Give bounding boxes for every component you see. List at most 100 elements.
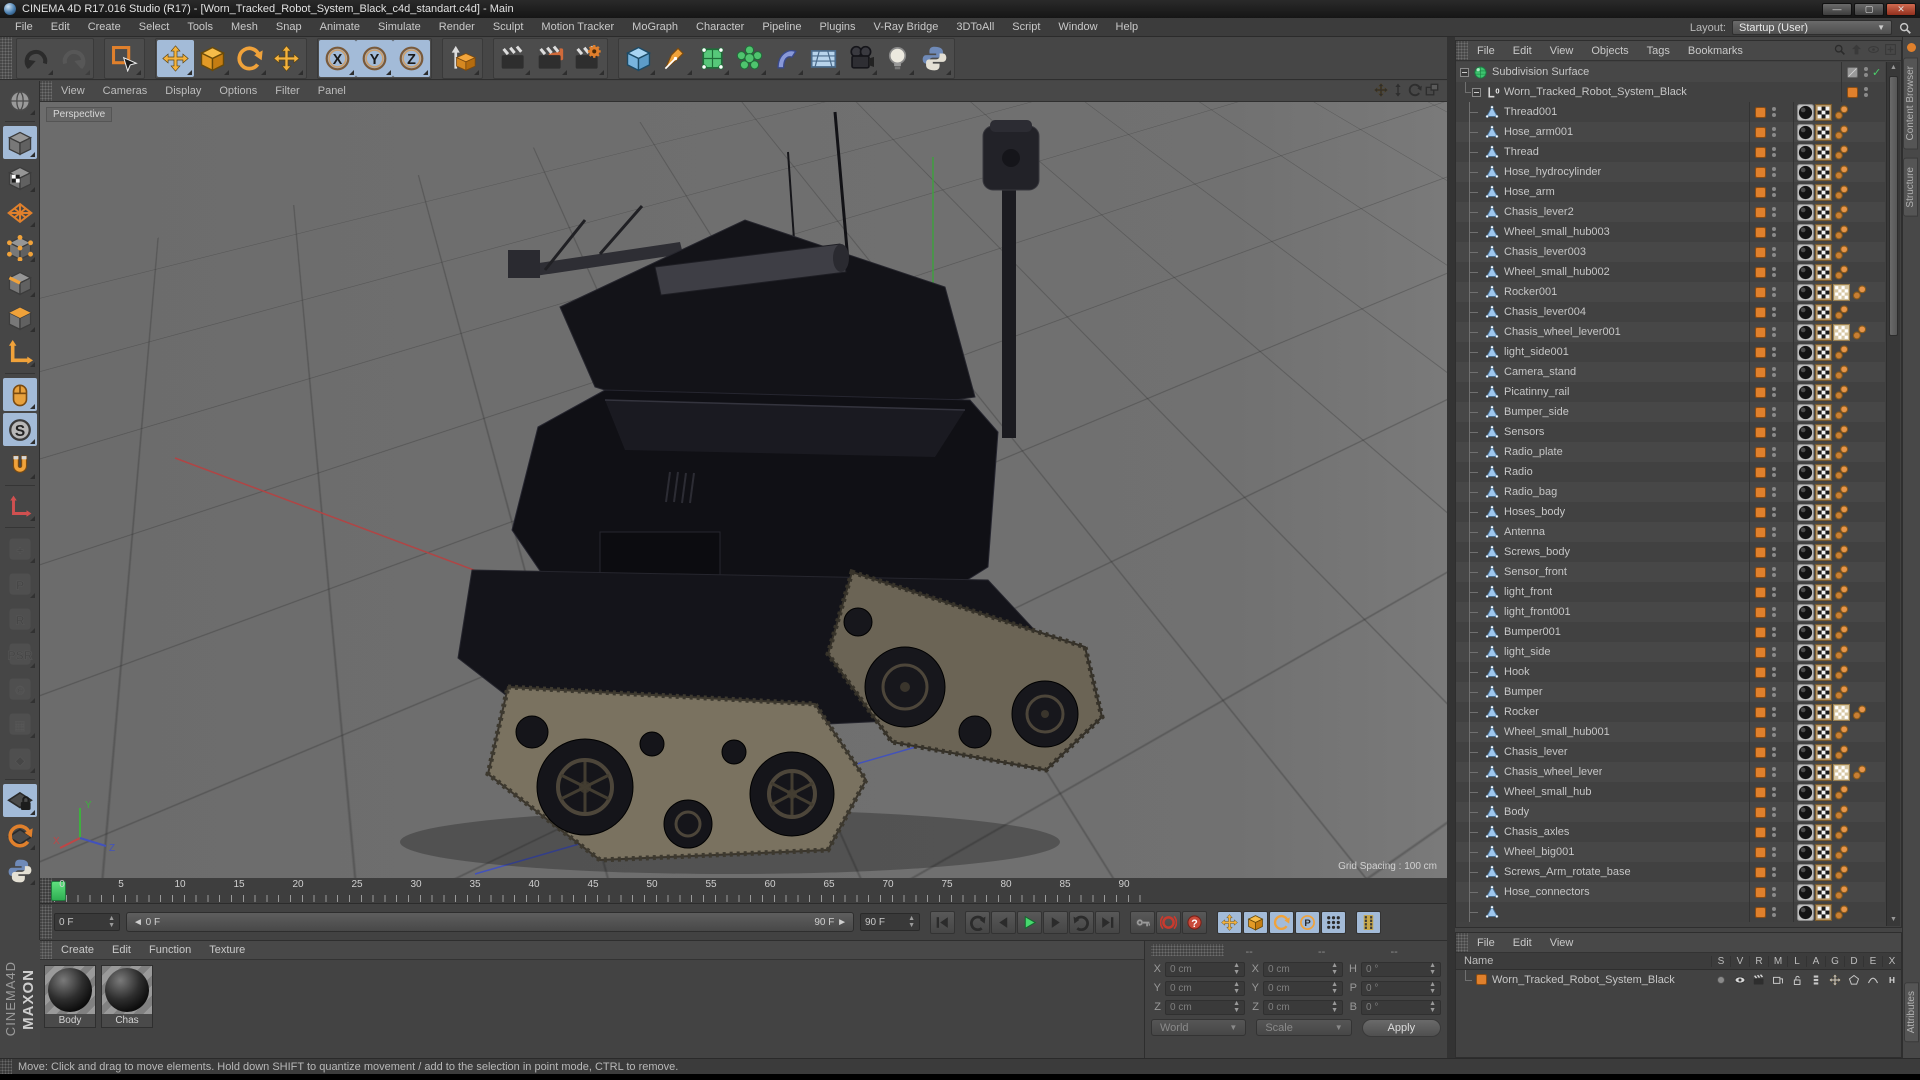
selection-tag-icon[interactable] <box>1833 724 1850 741</box>
menu-item-edit[interactable]: Edit <box>103 944 140 956</box>
visibility-dots-icon[interactable] <box>1772 147 1776 157</box>
material-tag-icon[interactable] <box>1797 843 1814 861</box>
disabled-tool-6-button[interactable]: ▦ <box>3 707 37 740</box>
material-tag-icon[interactable] <box>1797 723 1814 741</box>
cube-primitive-button[interactable] <box>620 40 657 77</box>
material-tag-icon[interactable] <box>1797 523 1814 541</box>
layer-chip[interactable] <box>1755 546 1766 558</box>
lock-toggle[interactable] <box>1787 972 1806 988</box>
disabled-tool-3-button[interactable]: R <box>3 602 37 635</box>
material-tag-icon[interactable] <box>1797 763 1814 781</box>
visibility-dots-icon[interactable] <box>1772 567 1776 577</box>
next-frame-button[interactable] <box>1043 910 1068 934</box>
enabled-check-icon[interactable]: ✓ <box>1872 66 1881 79</box>
menu-item-options[interactable]: Options <box>210 85 266 97</box>
menu-item-tools[interactable]: Tools <box>178 21 222 33</box>
object-row[interactable]: Screws_body <box>1456 542 1885 562</box>
menu-item-display[interactable]: Display <box>156 85 210 97</box>
menu-item-filter[interactable]: Filter <box>266 85 308 97</box>
normal-tag-icon[interactable] <box>1833 283 1850 301</box>
uvw-tag-icon[interactable] <box>1815 343 1832 361</box>
layer-chip[interactable] <box>1755 706 1766 718</box>
visibility-dots-icon[interactable] <box>1772 347 1776 357</box>
scroll-down-icon[interactable]: ▼ <box>1887 914 1900 926</box>
layer-chip[interactable] <box>1755 426 1766 438</box>
layer-chip[interactable] <box>1847 66 1858 78</box>
object-row[interactable]: Camera_stand <box>1456 362 1885 382</box>
spinner-icon[interactable]: ▲ ▼ <box>904 915 915 929</box>
selection-tag-icon[interactable] <box>1833 104 1850 121</box>
object-row[interactable]: light_side <box>1456 642 1885 662</box>
prev-key-button[interactable] <box>965 910 990 934</box>
visibility-dots-icon[interactable] <box>1772 367 1776 377</box>
uvw-tag-icon[interactable] <box>1815 463 1832 481</box>
material-tag-icon[interactable] <box>1797 603 1814 621</box>
menu-item-file[interactable]: File <box>1468 45 1504 57</box>
uvw-tag-icon[interactable] <box>1815 583 1832 601</box>
layer-chip[interactable] <box>1755 366 1766 378</box>
visibility-dots-icon[interactable] <box>1864 87 1868 97</box>
uvw-tag-icon[interactable] <box>1815 123 1832 141</box>
material-tag-icon[interactable] <box>1797 883 1814 901</box>
spinner-icon[interactable]: ▲ ▼ <box>1229 1000 1240 1014</box>
redo-button[interactable] <box>55 40 92 77</box>
selection-tag-icon[interactable] <box>1833 864 1850 881</box>
menu-item-snap[interactable]: Snap <box>267 21 311 33</box>
object-row[interactable]: Sensors <box>1456 422 1885 442</box>
visibility-dots-icon[interactable] <box>1772 627 1776 637</box>
material-tag-icon[interactable] <box>1797 383 1814 401</box>
material-tag-icon[interactable] <box>1797 783 1814 801</box>
axis-mode-button[interactable] <box>3 336 37 369</box>
selection-tag-icon[interactable] <box>1833 664 1850 681</box>
layer-chip[interactable] <box>1755 246 1766 258</box>
menu-item-motion-tracker[interactable]: Motion Tracker <box>532 21 623 33</box>
selection-tag-icon[interactable] <box>1833 584 1850 601</box>
next-key-button[interactable] <box>1069 910 1094 934</box>
collapse-icon[interactable] <box>1472 87 1481 97</box>
last-tool-button[interactable] <box>268 40 305 77</box>
layer-chip[interactable] <box>1755 646 1766 658</box>
uvw-tag-icon[interactable] <box>1815 723 1832 741</box>
layer-chip[interactable] <box>1755 746 1766 758</box>
layer-chip[interactable] <box>1755 486 1766 498</box>
render-settings-button[interactable] <box>569 40 606 77</box>
object-row[interactable]: Bumper_side <box>1456 402 1885 422</box>
object-row[interactable]: Screws_Arm_rotate_base <box>1456 862 1885 882</box>
rotation-record-button[interactable] <box>1269 910 1294 934</box>
uvw-tag-icon[interactable] <box>1815 283 1832 301</box>
material-tag-icon[interactable] <box>1797 123 1814 141</box>
visibility-dots-icon[interactable] <box>1772 327 1776 337</box>
material-tag-icon[interactable] <box>1797 503 1814 521</box>
layer-chip[interactable] <box>1755 906 1766 918</box>
spinner-icon[interactable]: ▲ ▼ <box>104 915 115 929</box>
coordinate-system-button[interactable] <box>444 40 481 77</box>
object-row[interactable]: Hose_connectors <box>1456 882 1885 902</box>
object-row[interactable]: Bumper001 <box>1456 622 1885 642</box>
menu-item-view[interactable]: View <box>52 85 94 97</box>
selection-tag-icon[interactable] <box>1833 624 1850 641</box>
object-row[interactable]: Chasis_lever2 <box>1456 202 1885 222</box>
menu-item-mograph[interactable]: MoGraph <box>623 21 687 33</box>
layer-chip[interactable] <box>1847 86 1858 98</box>
apply-button[interactable]: Apply <box>1361 1019 1441 1037</box>
workplane-axis-button[interactable] <box>3 490 37 523</box>
parameter-record-button[interactable]: P <box>1295 910 1320 934</box>
object-row[interactable] <box>1456 902 1885 922</box>
layer-chip[interactable] <box>1755 786 1766 798</box>
scale-button[interactable] <box>194 40 231 77</box>
material-tag-icon[interactable] <box>1797 483 1814 501</box>
menu-item-tags[interactable]: Tags <box>1638 45 1679 57</box>
selection-tag-icon[interactable] <box>1833 744 1850 761</box>
uvw-tag-icon[interactable] <box>1815 323 1832 341</box>
object-row[interactable]: Radio_plate <box>1456 442 1885 462</box>
selection-tag-icon[interactable] <box>1851 284 1868 301</box>
visibility-dots-icon[interactable] <box>1772 787 1776 797</box>
object-row[interactable]: Wheel_small_hub003 <box>1456 222 1885 242</box>
material-tag-icon[interactable] <box>1797 543 1814 561</box>
record-keyframe-button[interactable] <box>1130 910 1155 934</box>
menu-item-render[interactable]: Render <box>430 21 484 33</box>
spinner-icon[interactable]: ▲ ▼ <box>1229 981 1240 995</box>
selection-tag-icon[interactable] <box>1833 244 1850 261</box>
eye-toggle[interactable] <box>1730 972 1749 988</box>
visibility-dots-icon[interactable] <box>1772 247 1776 257</box>
